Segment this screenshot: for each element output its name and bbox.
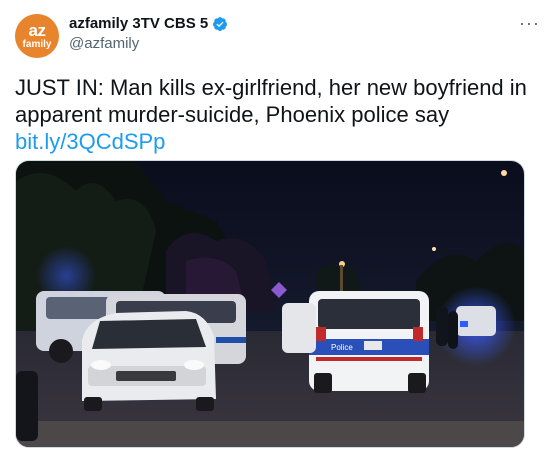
tweet[interactable]: az family azfamily 3TV CBS 5 @azfamily ·…	[0, 0, 560, 458]
avatar-text-bottom: family	[22, 39, 52, 50]
handle[interactable]: @azfamily	[69, 35, 228, 52]
police-car-label: Police	[331, 343, 353, 352]
night-street-scene: Police	[16, 161, 524, 447]
tweet-text: JUST IN: Man kills ex-girlfriend, her ne…	[15, 75, 527, 127]
tweet-media-photo[interactable]: Police	[15, 160, 525, 448]
avatar[interactable]: az family	[15, 14, 59, 58]
avatar-text-top: az	[28, 21, 46, 40]
more-options-icon[interactable]: ···	[519, 14, 540, 32]
display-name[interactable]: azfamily 3TV CBS 5	[69, 15, 208, 32]
tweet-text-block: JUST IN: Man kills ex-girlfriend, her ne…	[15, 74, 535, 155]
author-info: azfamily 3TV CBS 5 @azfamily	[69, 15, 228, 52]
verified-badge-icon	[213, 16, 228, 31]
tweet-link[interactable]: bit.ly/3QCdSPp	[15, 128, 535, 155]
